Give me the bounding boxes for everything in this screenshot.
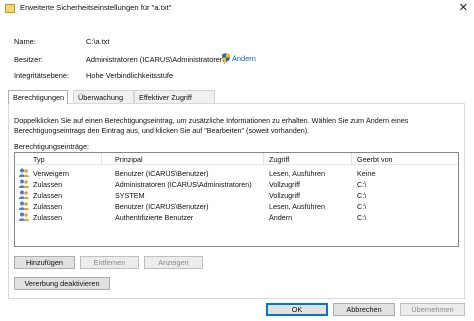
change-owner-link[interactable]: Ändern (232, 54, 256, 63)
name-label: Name: (14, 37, 36, 46)
column-header-principal[interactable]: Prinzipal (115, 155, 143, 164)
integrity-label: Integritätsebene: (14, 71, 70, 80)
cancel-button[interactable]: Abbrechen (333, 303, 395, 316)
row-inherited: C:\ (357, 191, 367, 200)
users-icon (19, 201, 29, 210)
owner-value: Administratoren (ICARUS\Administratoren) (86, 55, 227, 64)
owner-label: Besitzer: (14, 55, 43, 64)
row-access: Vollzugriff (269, 180, 301, 189)
row-principal: Authentifizierte Benutzer (115, 213, 194, 222)
permission-entries-list[interactable]: Typ Prinzipal Zugriff Geerbt von Verweig… (14, 152, 459, 247)
column-divider (351, 153, 352, 165)
uac-shield-icon (222, 53, 230, 62)
disable-inheritance-button[interactable]: Vererbung deaktivieren (14, 277, 110, 290)
row-type: Zulassen (33, 202, 63, 211)
row-principal: Benutzer (ICARUS\Benutzer) (115, 202, 209, 211)
table-row[interactable]: Zulassen Authentifizierte Benutzer Änder… (15, 212, 458, 222)
add-button[interactable]: Hinzufügen (14, 256, 75, 269)
title-bar: Erweiterte Sicherheitseinstellungen für … (0, 0, 474, 17)
column-divider (101, 153, 102, 165)
table-row[interactable]: Zulassen Benutzer (ICARUS\Benutzer) Lese… (15, 201, 458, 211)
ok-button[interactable]: OK (266, 303, 328, 316)
row-principal: SYSTEM (115, 191, 145, 200)
table-row[interactable]: Zulassen Administratoren (ICARUS\Adminis… (15, 179, 458, 189)
list-header: Typ Prinzipal Zugriff Geerbt von (15, 153, 458, 165)
row-access: Vollzugriff (269, 191, 301, 200)
row-inherited: C:\ (357, 202, 367, 211)
integrity-value: Hohe Verbindlichkeitsstufe (86, 71, 174, 80)
window-title: Erweiterte Sicherheitseinstellungen für … (20, 3, 172, 12)
users-icon (19, 212, 29, 221)
users-icon (19, 168, 29, 177)
security-folder-icon (5, 4, 15, 13)
column-header-type[interactable]: Typ (33, 155, 45, 164)
column-header-inherited[interactable]: Geerbt von (357, 155, 393, 164)
permission-entries-label: Berechtigungseinträge: (14, 142, 90, 151)
users-icon (19, 179, 29, 188)
table-row[interactable]: Verweigern Benutzer (ICARUS\Benutzer) Le… (15, 168, 458, 178)
row-type: Zulassen (33, 180, 63, 189)
remove-button[interactable]: Entfernen (80, 256, 139, 269)
row-type: Zulassen (33, 191, 63, 200)
tab-effective-access[interactable]: Effektiver Zugriff (134, 90, 215, 103)
table-row[interactable]: Zulassen SYSTEM Vollzugriff C:\ (15, 190, 458, 200)
column-header-access[interactable]: Zugriff (269, 155, 289, 164)
row-principal: Administratoren (ICARUS\Administratoren) (115, 180, 252, 189)
row-access: Lesen, Ausführen (269, 169, 325, 178)
row-inherited: C:\ (357, 180, 367, 189)
tab-permissions[interactable]: Berechtigungen (8, 90, 68, 104)
row-type: Verweigern (33, 169, 69, 178)
tab-auditing[interactable]: Überwachung (73, 90, 134, 103)
users-icon (19, 190, 29, 199)
apply-button[interactable]: Übernehmen (400, 303, 465, 316)
row-type: Zulassen (33, 213, 63, 222)
row-access: Lesen, Ausführen (269, 202, 325, 211)
row-inherited: Keine (357, 169, 376, 178)
name-value: C:\a.txt (86, 37, 110, 46)
row-principal: Benutzer (ICARUS\Benutzer) (115, 169, 209, 178)
row-access: Ändern (269, 213, 293, 222)
permissions-description: Doppelklicken Sie auf einen Berechtigung… (14, 116, 409, 135)
column-divider (263, 153, 264, 165)
close-icon[interactable]: ✕ (459, 1, 468, 14)
row-inherited: C:\ (357, 213, 367, 222)
view-button[interactable]: Anzeigen (144, 256, 203, 269)
